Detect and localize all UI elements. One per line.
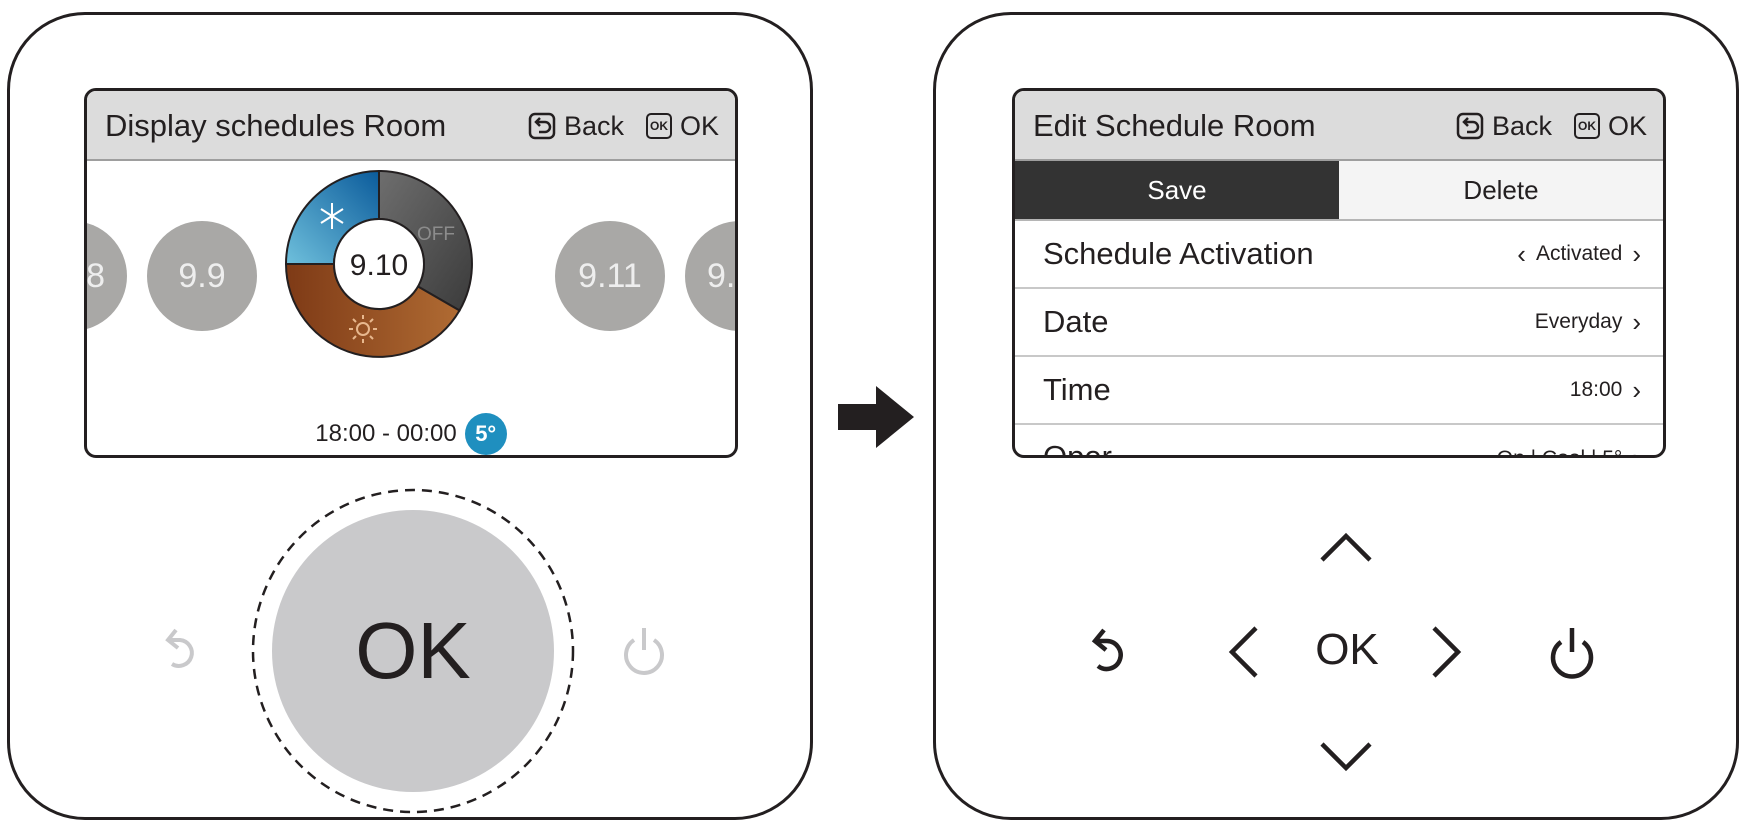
row-label: Time (1043, 372, 1111, 407)
tab-save[interactable]: Save (1015, 161, 1339, 219)
row-value: On | Cool | 5° › (1496, 443, 1641, 458)
day-label: 9. (707, 256, 736, 295)
edit-schedule-screen: Edit Schedule Room Back OK OK Save Delet… (1012, 88, 1666, 458)
chevron-left-icon[interactable] (1224, 622, 1264, 682)
chevron-right-icon[interactable]: › (1632, 307, 1641, 338)
time-range-text: 18:00 - 00:00 (315, 420, 457, 447)
power-icon[interactable] (1544, 622, 1600, 680)
time-value: 18:00 (1569, 378, 1623, 401)
right-arrow-icon (838, 386, 914, 448)
ok-button[interactable]: OK (1302, 615, 1392, 685)
tab-delete[interactable]: Delete (1339, 161, 1663, 219)
row-time[interactable]: Time 18:00 › (1015, 357, 1663, 425)
title-bar: Edit Schedule Room Back OK OK (1015, 91, 1663, 161)
row-schedule-activation[interactable]: Schedule Activation ‹ Activated › (1015, 221, 1663, 289)
ok-label[interactable]: OK (1608, 111, 1647, 142)
row-label: Oper (1043, 439, 1112, 458)
ok-dial-label: OK (355, 606, 471, 695)
chevron-left-icon[interactable]: ‹ (1517, 239, 1526, 270)
schedule-time-range: 18:00 - 00:00 5° (87, 413, 735, 455)
chevron-up-icon[interactable] (1316, 530, 1376, 566)
day-circle-next[interactable]: 9.11 (555, 221, 665, 331)
row-label: Date (1043, 304, 1109, 339)
ok-dial-button[interactable]: OK (272, 510, 554, 792)
chevron-right-icon[interactable]: › (1632, 239, 1641, 270)
chevron-right-icon[interactable]: › (1632, 443, 1641, 455)
screen-title: Edit Schedule Room (1033, 108, 1316, 143)
display-schedules-screen: Display schedules Room Back OK OK 8 9.9 (84, 88, 738, 458)
back-icon[interactable] (1456, 112, 1484, 140)
row-value: Everyday › (1535, 307, 1641, 338)
off-label: OFF (417, 224, 455, 245)
row-value: 18:00 › (1570, 375, 1641, 406)
ok-box-icon[interactable]: OK (1573, 113, 1600, 139)
oper-value: On | Cool | 5° (1496, 446, 1623, 458)
row-oper[interactable]: Oper On | Cool | 5° › (1015, 425, 1663, 458)
chevron-right-icon[interactable] (1426, 622, 1466, 682)
ok-center-label: OK (1315, 625, 1379, 674)
chevron-down-icon[interactable] (1316, 738, 1376, 774)
row-label: Schedule Activation (1043, 236, 1314, 271)
back-icon[interactable] (158, 622, 206, 678)
chevron-right-icon[interactable]: › (1632, 375, 1641, 406)
temperature-badge: 5° (464, 413, 507, 455)
back-icon[interactable] (1084, 622, 1134, 680)
date-value: Everyday (1534, 310, 1623, 333)
row-value: ‹ Activated › (1517, 239, 1641, 270)
header-actions: Back OK OK (1456, 91, 1647, 161)
row-date[interactable]: Date Everyday › (1015, 289, 1663, 357)
back-label[interactable]: Back (1492, 111, 1552, 142)
power-icon[interactable] (616, 622, 672, 678)
tab-bar: Save Delete (1015, 161, 1663, 221)
selected-day-label: 9.10 (350, 249, 408, 282)
activation-value: Activated (1535, 242, 1623, 265)
day-label: 9.11 (578, 256, 642, 295)
